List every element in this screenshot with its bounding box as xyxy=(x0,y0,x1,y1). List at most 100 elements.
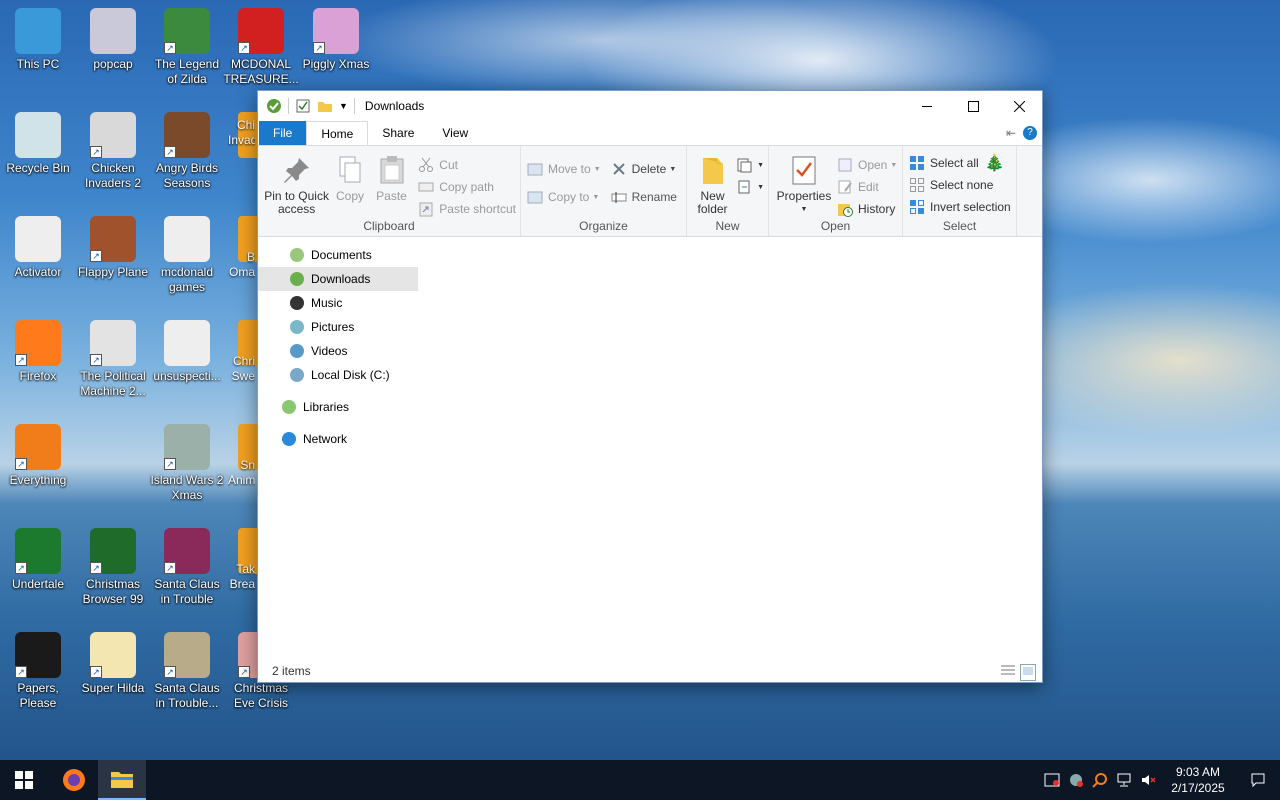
desktop-icon[interactable]: ↗ Super Hilda xyxy=(75,632,151,696)
select-all-button[interactable]: Select all 🎄 xyxy=(909,152,1012,174)
maximize-button[interactable] xyxy=(950,91,996,121)
pin-label: Pin to Quick access xyxy=(264,189,329,216)
app-icon: ↗ xyxy=(90,320,136,366)
nav-item-network[interactable]: Network xyxy=(258,427,418,451)
nav-item-music[interactable]: Music xyxy=(258,291,418,315)
new-item-button[interactable]: ▼ xyxy=(736,154,764,176)
desktop-icon-label: Christmas Browser 99 xyxy=(82,577,144,606)
window-title: Downloads xyxy=(364,99,425,113)
taskbar-firefox-button[interactable] xyxy=(50,760,98,800)
desktop-icon[interactable]: ↗ The Legend of Zilda xyxy=(149,8,225,87)
title-bar[interactable]: ▼ Downloads xyxy=(258,91,1042,121)
taskbar-file-explorer-button[interactable] xyxy=(98,760,146,800)
file-list-area[interactable] xyxy=(418,239,1042,660)
copy-label: Copy xyxy=(336,189,365,203)
desktop-icon-label: Flappy Plane xyxy=(77,265,149,279)
edit-button[interactable]: Edit xyxy=(837,176,897,198)
minimize-button[interactable] xyxy=(904,91,950,121)
properties-quick-icon[interactable] xyxy=(295,98,311,114)
tray-app-icon-1[interactable] xyxy=(1040,760,1064,800)
everything-tray-icon[interactable] xyxy=(1088,760,1112,800)
desktop-icon[interactable]: ↗ Everything xyxy=(0,424,76,488)
nav-item-label: Videos xyxy=(311,344,348,358)
organize-group-label: Organize xyxy=(579,219,628,233)
desktop-icon[interactable]: ↗ Santa Claus in Trouble xyxy=(149,528,225,607)
volume-muted-icon[interactable] xyxy=(1136,760,1160,800)
tab-home[interactable]: Home xyxy=(306,121,369,145)
desktop-icon[interactable]: This PC xyxy=(0,8,76,72)
nav-item-videos[interactable]: Videos xyxy=(258,339,418,363)
notification-center-icon[interactable] xyxy=(1236,760,1280,800)
desktop-icon-label: Firefox xyxy=(19,369,57,383)
pin-ribbon-icon[interactable]: ⇤ xyxy=(1006,126,1016,140)
desktop-icon[interactable]: ↗ The Political Machine 2... xyxy=(75,320,151,399)
copy-to-label: Copy to xyxy=(548,190,590,204)
organize-group: Move to ▼ Copy to ▼ Delete ▼ Rename Orga… xyxy=(521,146,687,236)
desktop-icon[interactable]: ↗ Flappy Plane xyxy=(75,216,151,280)
network-tray-icon[interactable] xyxy=(1112,760,1136,800)
open-chevron-icon: ▼ xyxy=(890,161,898,169)
nav-item-local-disk-c[interactable]: Local Disk (C:) xyxy=(258,363,418,387)
copy-path-button[interactable]: Copy path xyxy=(418,176,516,198)
desktop-icon[interactable]: ↗ Firefox xyxy=(0,320,76,384)
tray-app-icon-2[interactable] xyxy=(1064,760,1088,800)
tab-view[interactable]: View xyxy=(428,121,482,145)
app-icon: ↗ xyxy=(90,632,136,678)
start-button[interactable] xyxy=(0,760,48,800)
easy-access-button[interactable]: ▼ xyxy=(736,176,764,198)
customize-quick-access-chevron-icon[interactable]: ▼ xyxy=(339,101,348,111)
desktop-icon[interactable]: Activator xyxy=(0,216,76,280)
help-icon[interactable]: ? xyxy=(1023,126,1037,140)
clock[interactable]: 9:03 AM 2/17/2025 xyxy=(1160,764,1236,796)
open-group-label: Open xyxy=(820,219,851,233)
large-icons-view-icon[interactable] xyxy=(1020,664,1036,681)
desktop-icon[interactable]: ↗ Chicken Invaders 2 xyxy=(75,112,151,191)
desktop-icon[interactable]: ↗ Santa Claus in Trouble... xyxy=(149,632,225,711)
nav-item-libraries[interactable]: Libraries xyxy=(258,395,418,419)
copy-path-label: Copy path xyxy=(439,180,494,194)
shortcut-arrow-icon: ↗ xyxy=(238,42,250,54)
history-button[interactable]: History xyxy=(837,198,897,220)
desktop-icon[interactable]: ↗ Angry Birds Seasons xyxy=(149,112,225,191)
select-none-icon xyxy=(909,177,925,193)
details-view-icon[interactable] xyxy=(1000,664,1016,681)
system-tray: 9:03 AM 2/17/2025 xyxy=(1040,760,1280,800)
desktop-icon[interactable]: Recycle Bin xyxy=(0,112,76,176)
nav-item-pictures[interactable]: Pictures xyxy=(258,315,418,339)
desktop-icon[interactable]: unsuspecti... xyxy=(149,320,225,384)
desktop-icon[interactable]: ↗ Papers, Please xyxy=(0,632,76,711)
music-icon xyxy=(290,296,304,310)
open-button[interactable]: Open ▼ xyxy=(837,154,897,176)
navigation-pane[interactable]: Documents Downloads Music Pictures Videos Loc… xyxy=(258,239,418,660)
desktop-icon[interactable]: ↗ Undertale xyxy=(0,528,76,592)
shortcut-arrow-icon: ↗ xyxy=(164,458,176,470)
app-icon: ↗ xyxy=(15,528,61,574)
cut-button[interactable]: Cut xyxy=(418,154,516,176)
tab-file[interactable]: File xyxy=(259,121,307,145)
nav-item-downloads[interactable]: Downloads xyxy=(258,267,418,291)
new-folder-quick-icon[interactable] xyxy=(317,98,333,114)
nav-item-documents[interactable]: Documents xyxy=(258,243,418,267)
close-icon xyxy=(1013,100,1025,112)
delete-button[interactable]: Delete ▼ xyxy=(611,158,677,180)
copy-to-button[interactable]: Copy to ▼ xyxy=(527,186,601,208)
pin-icon xyxy=(281,154,313,186)
desktop-icon[interactable]: mcdonald games xyxy=(149,216,225,295)
partial-desktop-icon-label: Sn xyxy=(240,458,255,472)
desktop-icon[interactable]: ↗ MCDONAL TREASURE... xyxy=(223,8,299,87)
desktop-icon[interactable]: ↗ Piggly Xmas xyxy=(298,8,374,72)
paste-shortcut-button[interactable]: Paste shortcut xyxy=(418,198,516,220)
invert-selection-button[interactable]: Invert selection xyxy=(909,196,1012,218)
close-button[interactable] xyxy=(996,91,1042,121)
desktop-icon[interactable]: ↗ Island Wars 2 Xmas xyxy=(149,424,225,503)
move-to-button[interactable]: Move to ▼ xyxy=(527,158,601,180)
shortcut-arrow-icon: ↗ xyxy=(164,562,176,574)
tab-share[interactable]: Share xyxy=(368,121,428,145)
rename-button[interactable]: Rename xyxy=(611,186,677,208)
partial-desktop-icon-label: Oma xyxy=(228,265,255,279)
select-none-button[interactable]: Select none xyxy=(909,174,1012,196)
desktop-icon[interactable]: ↗ Christmas Browser 99 xyxy=(75,528,151,607)
desktop-icon[interactable]: popcap xyxy=(75,8,151,72)
desktop-icon-label: unsuspecti... xyxy=(153,369,221,383)
explorer-app-icon[interactable] xyxy=(266,98,282,114)
